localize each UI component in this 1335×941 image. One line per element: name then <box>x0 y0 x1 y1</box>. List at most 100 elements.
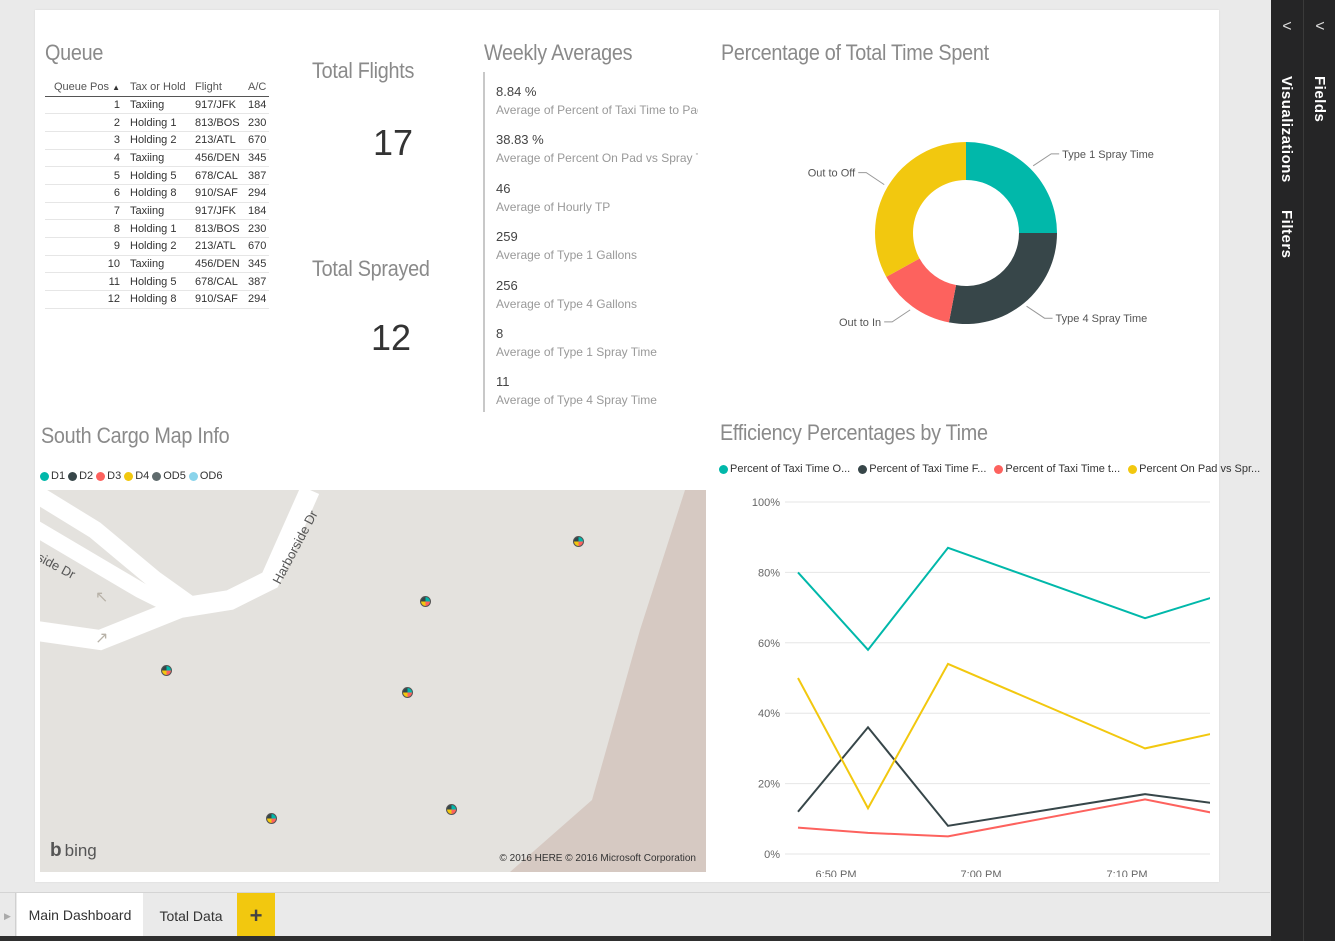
tab-scroll-left-icon[interactable]: ▶ <box>0 893 16 939</box>
legend-item[interactable]: Percent On Pad vs Spr... <box>1128 463 1260 475</box>
card-row-label: Average of Type 1 Spray Time <box>496 344 657 359</box>
queue-col-header[interactable]: Flight <box>190 80 243 97</box>
filters-pane-label[interactable]: Filters <box>1278 210 1295 259</box>
table-cell: 345 <box>243 149 269 168</box>
queue-col-header[interactable]: Queue Pos ▲ <box>45 80 125 97</box>
legend-dot-icon <box>96 471 106 481</box>
table-cell: Holding 2 <box>125 237 190 256</box>
legend-item[interactable]: Percent of Taxi Time O... <box>719 463 850 475</box>
legend-item[interactable]: D4 <box>124 470 149 482</box>
table-cell: Taxiing <box>125 202 190 221</box>
table-row[interactable]: 8 Holding 1 813/BOS 230 <box>45 219 269 238</box>
total-flights-value: 17 <box>373 122 414 163</box>
visualizations-filters-pane[interactable]: < Visualizations Filters <box>1271 0 1303 941</box>
table-cell: 1 <box>45 96 125 115</box>
queue-col-header[interactable]: A/C <box>243 80 269 97</box>
fields-pane-label[interactable]: Fields <box>1311 76 1328 122</box>
card-row: 259 Average of Type 1 Gallons <box>496 217 698 265</box>
table-cell: Holding 2 <box>125 131 190 150</box>
table-cell: Taxiing <box>125 96 190 115</box>
table-cell: Taxiing <box>125 149 190 168</box>
legend-item[interactable]: D3 <box>96 470 121 482</box>
line-chart-legend: Percent of Taxi Time O... Percent of Taxi… <box>719 463 1268 475</box>
legend-label: D2 <box>79 470 94 482</box>
donut-chart-title: Percentage of Total Time Spent <box>721 40 989 65</box>
table-cell: 345 <box>243 255 269 274</box>
map-pin[interactable] <box>420 596 431 607</box>
tab-total-data[interactable]: Total Data <box>146 893 236 939</box>
table-cell: 387 <box>243 272 269 292</box>
map-background: Harborside Dr side Dr ↖ ↗ <box>40 490 706 872</box>
x-tick-label: 7:10 PM <box>1107 869 1148 877</box>
table-row[interactable]: 10 Taxiing 456/DEN 345 <box>45 255 269 274</box>
table-cell: 678/CAL <box>190 272 243 292</box>
table-row[interactable]: 4 Taxiing 456/DEN 345 <box>45 149 269 168</box>
table-cell: Holding 1 <box>125 113 190 132</box>
table-cell: Holding 5 <box>125 272 190 292</box>
map-pin[interactable] <box>266 813 277 824</box>
card-row: 46 Average of Hourly TP <box>496 169 698 217</box>
table-row[interactable]: 11 Holding 5 678/CAL 387 <box>45 272 269 292</box>
table-row[interactable]: 12 Holding 8 910/SAF 294 <box>45 290 269 309</box>
table-row[interactable]: 3 Holding 2 213/ATL 670 <box>45 131 269 150</box>
line-chart[interactable]: 0% 20% 40% 60% 80% 100% 6:50 PM 7:00 PM 7:10 PM <box>710 482 1210 877</box>
donut-slice[interactable] <box>948 233 1057 324</box>
fields-pane[interactable]: < Fields <box>1303 0 1335 941</box>
legend-label: Percent On Pad vs Spr... <box>1139 463 1261 475</box>
table-cell: Taxiing <box>125 255 190 274</box>
table-row[interactable]: 9 Holding 2 213/ATL 670 <box>45 237 269 256</box>
donut-leader-line <box>884 309 911 323</box>
x-tick-label: 6:50 PM <box>816 869 857 877</box>
table-cell: 910/SAF <box>190 184 243 203</box>
expand-chevron-icon[interactable]: < <box>1271 18 1303 36</box>
map[interactable]: Harborside Dr side Dr ↖ ↗ b bing © 2016 H… <box>40 490 706 872</box>
legend-item[interactable]: Percent of Taxi Time F... <box>858 463 986 475</box>
table-cell: 387 <box>243 166 269 185</box>
legend-dot-icon <box>188 471 198 481</box>
legend-label: Percent of Taxi Time t... <box>1005 463 1121 475</box>
table-cell: 917/JFK <box>190 202 243 221</box>
legend-item[interactable]: OD6 <box>188 470 223 482</box>
card-row-label: Average of Type 4 Gallons <box>496 296 637 311</box>
add-page-button[interactable]: + <box>237 893 275 939</box>
table-row[interactable]: 5 Holding 5 678/CAL 387 <box>45 166 269 185</box>
table-row[interactable]: 6 Holding 8 910/SAF 294 <box>45 184 269 203</box>
tab-main-dashboard[interactable]: Main Dashboard <box>17 893 143 939</box>
table-cell: 184 <box>243 96 269 115</box>
series-line[interactable] <box>797 546 1210 652</box>
legend-item[interactable]: Percent of Taxi Time t... <box>994 463 1120 475</box>
y-tick-label: 20% <box>758 779 780 791</box>
legend-item[interactable]: OD5 <box>152 470 186 482</box>
map-pin[interactable] <box>161 665 172 676</box>
donut-slice[interactable] <box>966 142 1057 233</box>
card-row-value: 38.83 % <box>496 132 544 148</box>
table-cell: 230 <box>243 219 269 238</box>
map-pin[interactable] <box>446 804 457 815</box>
table-row[interactable]: 2 Holding 1 813/BOS 230 <box>45 113 269 132</box>
donut-leader-line <box>1032 153 1060 167</box>
weekly-averages-card: 8.84 % Average of Percent of Taxi Time to… <box>483 72 698 412</box>
donut-chart[interactable]: Type 1 Spray Time Type 4 Spray Time Out to… <box>721 80 1211 380</box>
legend-dot-icon <box>152 471 162 481</box>
table-row[interactable]: 1 Taxiing 917/JFK 184 <box>45 96 269 115</box>
card-row: 256 Average of Type 4 Gallons <box>496 266 698 314</box>
total-sprayed-title: Total Sprayed <box>312 256 430 281</box>
map-pin[interactable] <box>402 687 413 698</box>
visualizations-pane-label[interactable]: Visualizations <box>1278 76 1295 183</box>
donut-slice[interactable] <box>875 142 966 277</box>
series-line[interactable] <box>797 725 1210 827</box>
card-row-label: Average of Percent of Taxi Time to Pad <box>496 103 698 117</box>
table-row[interactable]: 7 Taxiing 917/JFK 184 <box>45 202 269 221</box>
table-cell: 456/DEN <box>190 255 243 274</box>
queue-title: Queue <box>45 40 104 65</box>
legend-item[interactable]: D2 <box>68 470 93 482</box>
legend-item[interactable]: D1 <box>40 470 65 482</box>
table-cell: 5 <box>45 166 125 185</box>
queue-table[interactable]: Queue Pos ▲ Tax or Hold Flight A/C 1 Taxi… <box>45 80 269 309</box>
series-line[interactable] <box>797 798 1210 838</box>
queue-col-header[interactable]: Tax or Hold <box>125 80 190 97</box>
expand-chevron-icon[interactable]: < <box>1304 18 1335 36</box>
map-pin[interactable] <box>573 536 584 547</box>
table-cell: 213/ATL <box>190 131 243 150</box>
legend-dot-icon <box>40 471 49 481</box>
